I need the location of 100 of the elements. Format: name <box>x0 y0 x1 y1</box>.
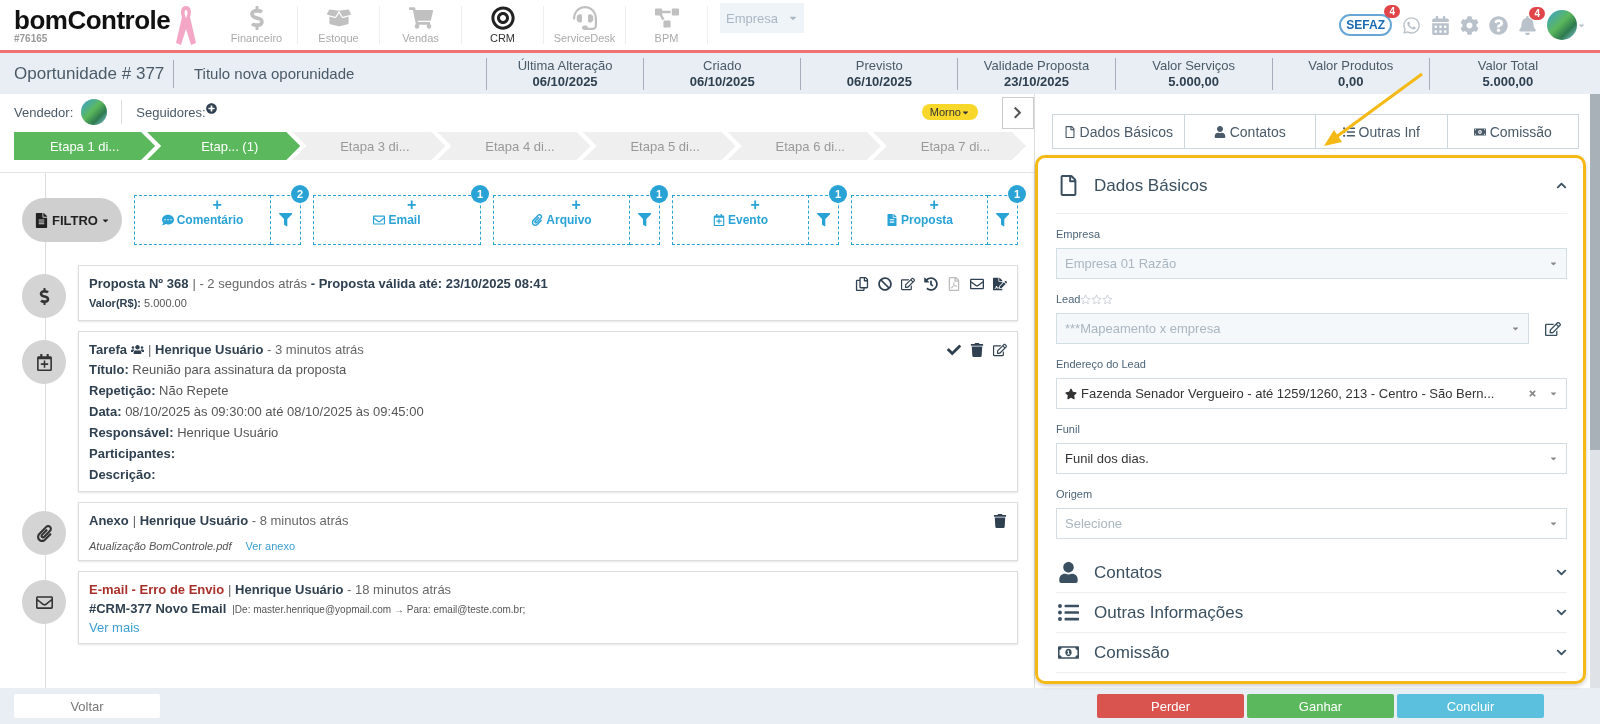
summary-label: Valor Produtos <box>1308 57 1394 74</box>
panel-tab[interactable]: Comissão <box>1446 114 1579 149</box>
section-title[interactable]: Contatos <box>1094 562 1163 583</box>
section-title[interactable]: Comissão <box>1094 642 1170 663</box>
select-field[interactable]: Selecione <box>1056 508 1567 539</box>
caret-icon <box>1549 389 1558 398</box>
field-label: Origem <box>1056 488 1093 500</box>
section-title[interactable]: Outras Informações <box>1094 602 1244 623</box>
module-tab[interactable]: ServiceDesk <box>544 6 626 44</box>
chevron-icon[interactable] <box>1556 180 1567 191</box>
summary-value: 0,00 <box>1338 73 1364 90</box>
field-label: Endereço do Lead <box>1056 358 1146 370</box>
list-icon <box>1057 602 1079 623</box>
temperature-badge[interactable]: Morno <box>921 104 978 120</box>
envelope-icon[interactable] <box>970 276 984 291</box>
document-icon <box>34 212 49 228</box>
clear-icon[interactable] <box>1528 389 1537 398</box>
plus-sign: + <box>929 196 939 214</box>
add-activity-button[interactable]: + Arquivo <box>493 195 630 245</box>
speech-bubble-icon <box>161 214 174 226</box>
collapse-button[interactable] <box>1002 97 1034 129</box>
chevron-icon[interactable] <box>1556 607 1567 618</box>
stage-step[interactable]: Etap... (1) <box>147 132 301 160</box>
user-icon <box>1213 125 1226 138</box>
module-tab[interactable]: Financeiro <box>216 6 298 44</box>
trash-icon[interactable] <box>970 342 984 357</box>
ribbon-icon <box>174 3 198 47</box>
stage-step[interactable]: Etapa 7 di... <box>872 132 1026 160</box>
check-icon[interactable] <box>947 342 961 357</box>
module-tab[interactable]: BPM <box>626 6 708 44</box>
add-activity-button[interactable]: + Evento <box>672 195 809 245</box>
scrollbar[interactable] <box>1590 94 1600 688</box>
bell-icon[interactable] <box>1518 15 1537 35</box>
list-icon <box>1342 125 1355 138</box>
notification-badge: 4 <box>1384 5 1400 18</box>
copy-icon[interactable] <box>855 276 869 291</box>
panel-tab[interactable]: Contatos <box>1183 114 1316 149</box>
summary-value: 06/10/2025 <box>689 73 755 90</box>
entry-meta: | Henrique Usuário - 3 minutos atrás <box>148 342 364 357</box>
panel-tab[interactable]: Dados Básicos <box>1052 114 1185 149</box>
add-icon[interactable] <box>205 102 217 114</box>
user-avatar[interactable] <box>1547 10 1577 40</box>
module-tab[interactable]: Vendas <box>380 6 462 44</box>
caret-icon <box>1511 324 1520 333</box>
opportunity-number: Oportunidade # 377 <box>14 59 174 88</box>
filter-button[interactable]: FILTRO <box>22 198 122 242</box>
stage-step[interactable]: Etapa 3 di... <box>292 132 446 160</box>
field-label: Lead <box>1056 293 1081 305</box>
calendar-plus-icon <box>22 340 66 384</box>
stage-step[interactable]: Etapa 6 di... <box>727 132 881 160</box>
envelope-icon <box>22 580 66 624</box>
panel-tab[interactable]: Outras Inf <box>1315 114 1448 149</box>
detail-text: Responsável: Henrique Usuário <box>89 424 280 441</box>
desk-module-icon <box>572 6 597 30</box>
filter-icon <box>995 213 1010 227</box>
chevron-icon[interactable] <box>1556 567 1567 578</box>
summary-value: 5.000,00 <box>1168 73 1219 90</box>
calendar-plus-icon <box>713 214 725 226</box>
document-icon <box>886 214 898 226</box>
section-title[interactable]: Dados Básicos <box>1094 175 1208 196</box>
vendor-label: Vendedor: <box>14 104 74 120</box>
caret-icon <box>1549 519 1558 528</box>
select-field[interactable]: Fazenda Senador Vergueiro - até 1259/1260, 213 - Centro - São Bern... <box>1056 378 1567 409</box>
action-button[interactable]: Perder <box>1097 694 1244 718</box>
count-badge: 1 <box>1008 185 1026 203</box>
edit-icon[interactable] <box>993 342 1007 357</box>
chevron-icon[interactable] <box>1556 647 1567 658</box>
followers-label: Seguidores: <box>136 104 206 120</box>
entry-meta: | Henrique Usuário - 8 minutos atrás <box>132 513 349 528</box>
action-button[interactable]: Concluir <box>1397 694 1544 718</box>
module-tab[interactable]: CRM <box>462 6 544 44</box>
detail-text: Descrição: <box>89 466 157 483</box>
detail-text: Data: 08/10/2025 às 09:30:00 até 08/10/2025 às 09:45:00 <box>89 403 425 420</box>
email-route: |De: master.henrique@yopmail.com → Para: email@teste.com.br; <box>232 604 526 615</box>
company-select[interactable]: Empresa <box>720 3 804 33</box>
trash-icon[interactable] <box>993 513 1007 528</box>
entry-meta: | - 2 segundos atrás - Proposta válida até: 23/10/2025 08:41 <box>192 276 548 291</box>
view-attachment-link[interactable]: Ver anexo <box>245 540 295 552</box>
cancel-icon[interactable] <box>878 276 892 291</box>
plus-sign: + <box>571 196 581 214</box>
edit-icon[interactable] <box>901 276 915 291</box>
detail-text: Título: Reunião para assinatura da proposta <box>89 361 348 378</box>
select-field[interactable]: Funil dos dias. <box>1056 443 1567 474</box>
back-button[interactable]: Voltar <box>14 694 160 718</box>
filter-icon <box>816 213 831 227</box>
stage-step[interactable]: Etapa 5 di... <box>582 132 736 160</box>
group-icon <box>131 343 145 356</box>
stage-step[interactable]: Etapa 1 di... <box>14 132 156 160</box>
edit-icon[interactable] <box>1545 320 1561 337</box>
entry-title: E-mail - Erro de Envio <box>89 582 225 597</box>
stage-step[interactable]: Etapa 4 di... <box>437 132 591 160</box>
account-number: #76165 <box>14 32 49 44</box>
field-label: Funil <box>1056 423 1080 435</box>
add-activity-button[interactable]: + Proposta <box>851 195 988 245</box>
see-more-link[interactable]: Ver mais <box>89 620 1007 635</box>
signature-icon[interactable] <box>993 276 1007 291</box>
add-activity-button[interactable]: + Comentário <box>134 195 271 245</box>
action-button[interactable]: Ganhar <box>1247 694 1394 718</box>
module-tab[interactable]: Estoque <box>298 6 380 44</box>
history-icon[interactable] <box>924 276 938 291</box>
